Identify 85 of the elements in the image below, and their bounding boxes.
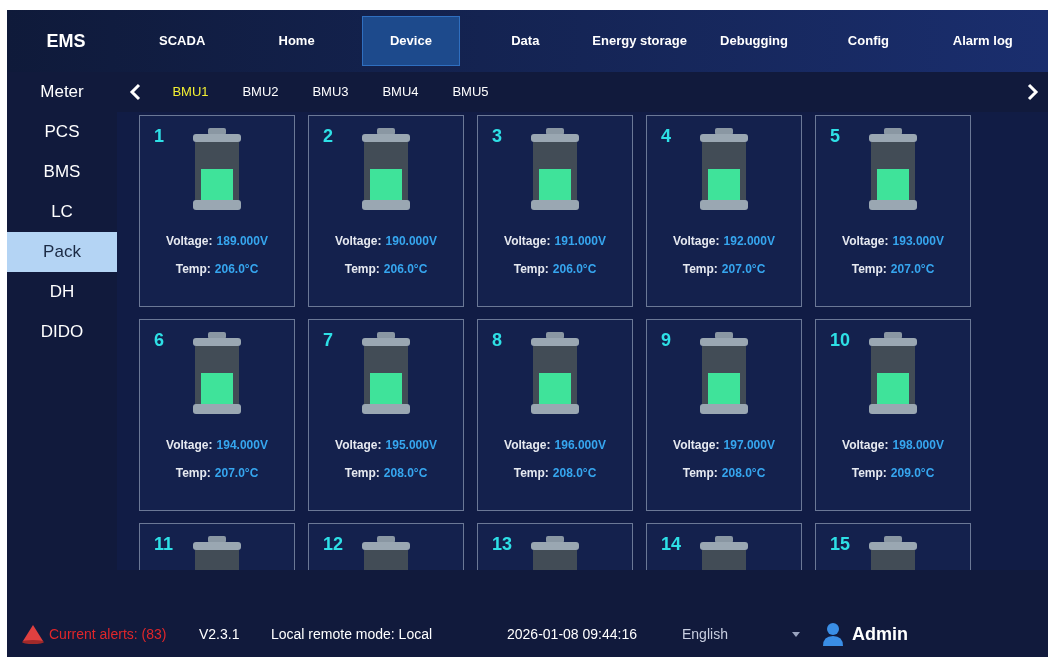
- pack-number: 12: [323, 533, 344, 556]
- pack-number: 14: [661, 533, 682, 556]
- voltage-label: Voltage:: [842, 437, 889, 454]
- pack-number: 7: [323, 329, 333, 352]
- temp-value: 208.0°C: [721, 465, 766, 482]
- sidebar-item[interactable]: DH: [7, 272, 117, 312]
- voltage-value: 191.000V: [554, 233, 606, 250]
- user-name[interactable]: Admin: [852, 620, 908, 648]
- app-title: EMS: [45, 30, 87, 53]
- pack-number: 5: [830, 125, 840, 148]
- mode-text: Local remote mode: Local: [271, 624, 434, 644]
- pack-number: 13: [492, 533, 513, 556]
- version-text: V2.3.1: [199, 624, 241, 644]
- voltage-label: Voltage:: [166, 233, 213, 250]
- voltage-value: 196.000V: [554, 437, 606, 454]
- temp-value: 208.0°C: [552, 465, 597, 482]
- bmu-tab[interactable]: BMU5: [438, 82, 503, 102]
- sidebar-item[interactable]: LC: [7, 192, 117, 232]
- datetime-text: 2026-01-08 09:44:16: [507, 624, 638, 644]
- temp-value: 208.0°C: [383, 465, 428, 482]
- temp-value: 206.0°C: [383, 261, 428, 278]
- bmu-tab[interactable]: BMU4: [368, 82, 433, 102]
- sidebar-item[interactable]: Meter: [7, 72, 117, 112]
- caret-icon: [792, 631, 800, 637]
- temp-value: 206.0°C: [552, 261, 597, 278]
- temp-value: 209.0°C: [890, 465, 935, 482]
- temp-label: Temp:: [175, 261, 211, 278]
- temp-value: 207.0°C: [890, 261, 935, 278]
- temp-label: Temp:: [344, 261, 380, 278]
- bmu-tab[interactable]: BMU3: [298, 82, 363, 102]
- bmu-tab[interactable]: BMU2: [228, 82, 293, 102]
- alerts-count[interactable]: Current alerts: (83): [49, 623, 199, 645]
- temp-label: Temp:: [513, 261, 549, 278]
- temp-value: 206.0°C: [214, 261, 259, 278]
- voltage-value: 192.000V: [723, 233, 775, 250]
- voltage-label: Voltage:: [166, 437, 213, 454]
- nav-tab[interactable]: Data: [476, 16, 575, 66]
- sidebar-item[interactable]: PCS: [7, 112, 117, 152]
- voltage-label: Voltage:: [504, 233, 551, 250]
- pack-number: 9: [661, 329, 671, 352]
- voltage-value: 195.000V: [385, 437, 437, 454]
- temp-label: Temp:: [682, 465, 718, 482]
- temp-label: Temp:: [175, 465, 211, 482]
- pack-number: 3: [492, 125, 502, 148]
- voltage-value: 193.000V: [892, 233, 944, 250]
- nav-tab[interactable]: Debugging: [704, 16, 804, 66]
- pack-number: 10: [830, 329, 851, 352]
- nav-tab[interactable]: Alarm log: [933, 16, 1032, 66]
- pack-number: 8: [492, 329, 502, 352]
- temp-label: Temp:: [682, 261, 718, 278]
- voltage-value: 190.000V: [385, 233, 437, 250]
- temp-value: 207.0°C: [721, 261, 766, 278]
- voltage-value: 197.000V: [723, 437, 775, 454]
- pack-number: 11: [154, 533, 174, 556]
- voltage-value: 189.000V: [216, 233, 268, 250]
- voltage-label: Voltage:: [842, 233, 889, 250]
- sidebar-item[interactable]: Pack: [7, 232, 117, 272]
- user-icon: [822, 622, 844, 646]
- voltage-label: Voltage:: [673, 437, 720, 454]
- voltage-label: Voltage:: [335, 437, 382, 454]
- temp-label: Temp:: [513, 465, 549, 482]
- temp-value: 207.0°C: [214, 465, 259, 482]
- nav-tab[interactable]: Config: [819, 16, 918, 66]
- nav-tab[interactable]: Device: [361, 16, 461, 66]
- sidebar-item[interactable]: DIDO: [7, 312, 117, 352]
- voltage-value: 194.000V: [216, 437, 268, 454]
- pack-number: 15: [830, 533, 851, 556]
- temp-label: Temp:: [851, 261, 887, 278]
- voltage-label: Voltage:: [673, 233, 720, 250]
- language-dropdown[interactable]: English: [682, 623, 812, 645]
- pack-number: 6: [154, 329, 164, 352]
- pack-number: 1: [154, 125, 164, 148]
- voltage-value: 198.000V: [892, 437, 944, 454]
- nav-tab[interactable]: Energy storage: [590, 16, 689, 66]
- pack-number: 2: [323, 125, 333, 148]
- nav-tab[interactable]: Home: [247, 16, 346, 66]
- temp-label: Temp:: [344, 465, 380, 482]
- alert-icon: [21, 624, 45, 644]
- sidebar-item[interactable]: BMS: [7, 152, 117, 192]
- nav-tab[interactable]: SCADA: [133, 16, 232, 66]
- temp-label: Temp:: [851, 465, 887, 482]
- voltage-label: Voltage:: [335, 233, 382, 250]
- bmu-tab[interactable]: BMU1: [158, 82, 223, 102]
- pack-number: 4: [661, 125, 671, 148]
- voltage-label: Voltage:: [504, 437, 551, 454]
